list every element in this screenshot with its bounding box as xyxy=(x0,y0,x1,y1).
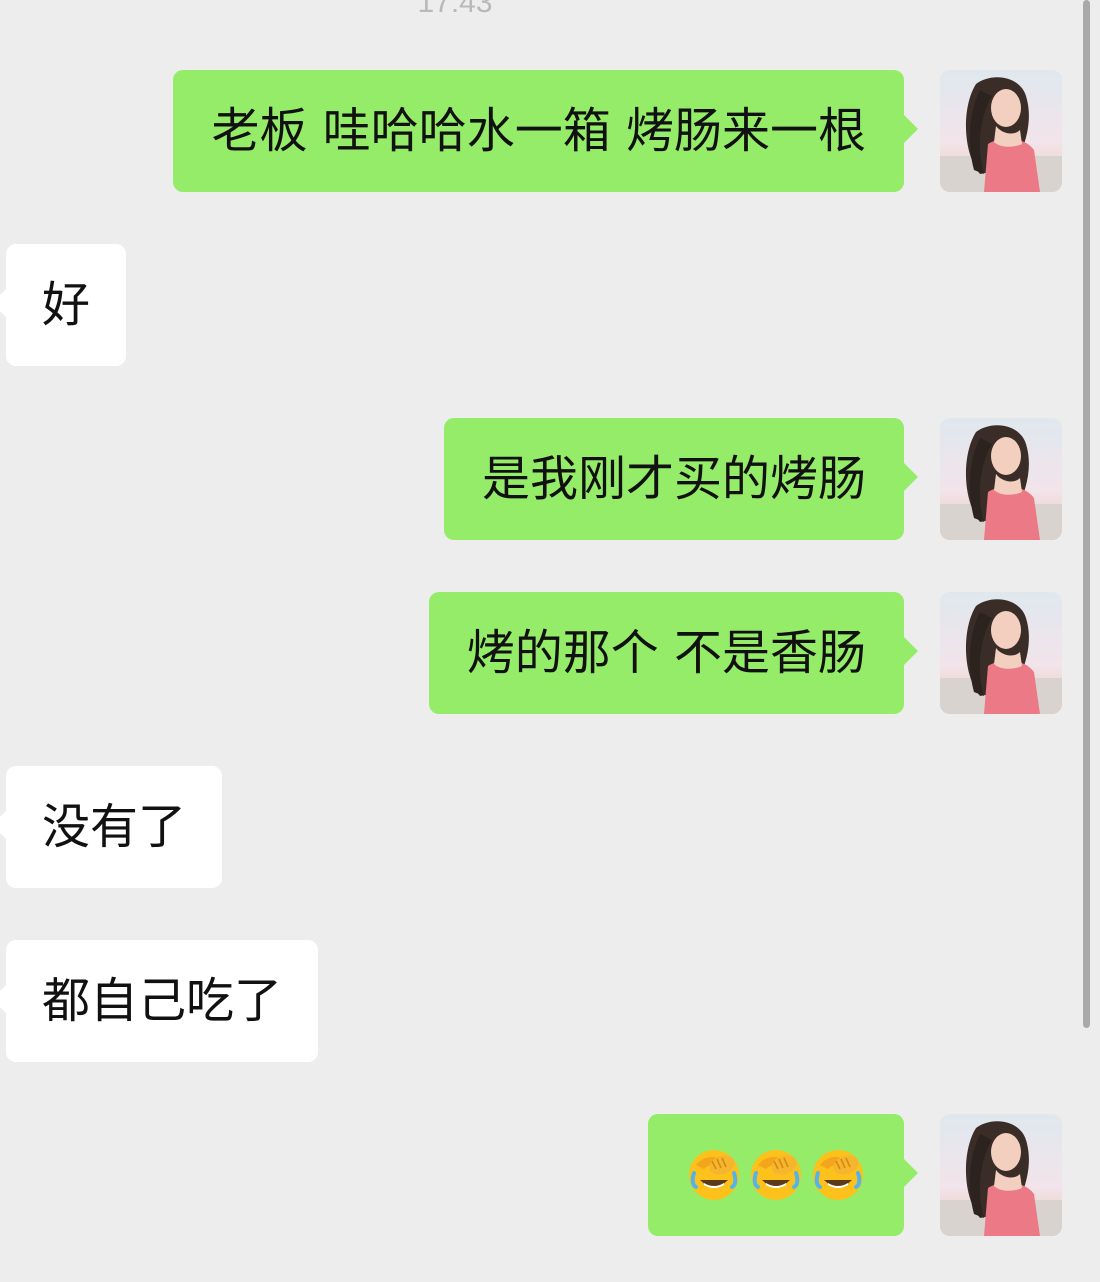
message-text: 老板 哇哈哈水一箱 烤肠来一根 xyxy=(211,103,866,159)
message-text: 烤的那个 不是香肠 xyxy=(466,625,866,681)
message-bubble-sent[interactable]: 烤的那个 不是香肠 xyxy=(428,592,919,714)
message-bubble-received[interactable]: 没有了 xyxy=(0,766,223,888)
message-bubble-sent[interactable]: 老板 哇哈哈水一箱 烤肠来一根 xyxy=(173,70,918,192)
scrollbar[interactable] xyxy=(1083,0,1090,1028)
message-bubble-sent[interactable] xyxy=(648,1114,918,1236)
message-bubble-received[interactable]: 好 xyxy=(0,244,127,366)
face-palm-laugh-icon xyxy=(686,1147,742,1203)
message-text: 没有了 xyxy=(42,799,187,855)
face-palm-laugh-icon xyxy=(748,1147,804,1203)
message-bubble-sent[interactable]: 是我刚才买的烤肠 xyxy=(443,418,919,540)
avatar[interactable] xyxy=(940,70,1062,192)
avatar[interactable] xyxy=(940,592,1062,714)
message-text: 好 xyxy=(42,277,91,333)
chat-timestamp: 17:43 xyxy=(417,0,493,19)
message-text: 是我刚才买的烤肠 xyxy=(481,451,866,507)
message-bubble-received[interactable]: 都自己吃了 xyxy=(0,940,319,1062)
avatar[interactable] xyxy=(940,418,1062,540)
message-text: 都自己吃了 xyxy=(42,973,283,1029)
avatar[interactable] xyxy=(940,1114,1062,1236)
face-palm-laugh-icon xyxy=(810,1147,866,1203)
